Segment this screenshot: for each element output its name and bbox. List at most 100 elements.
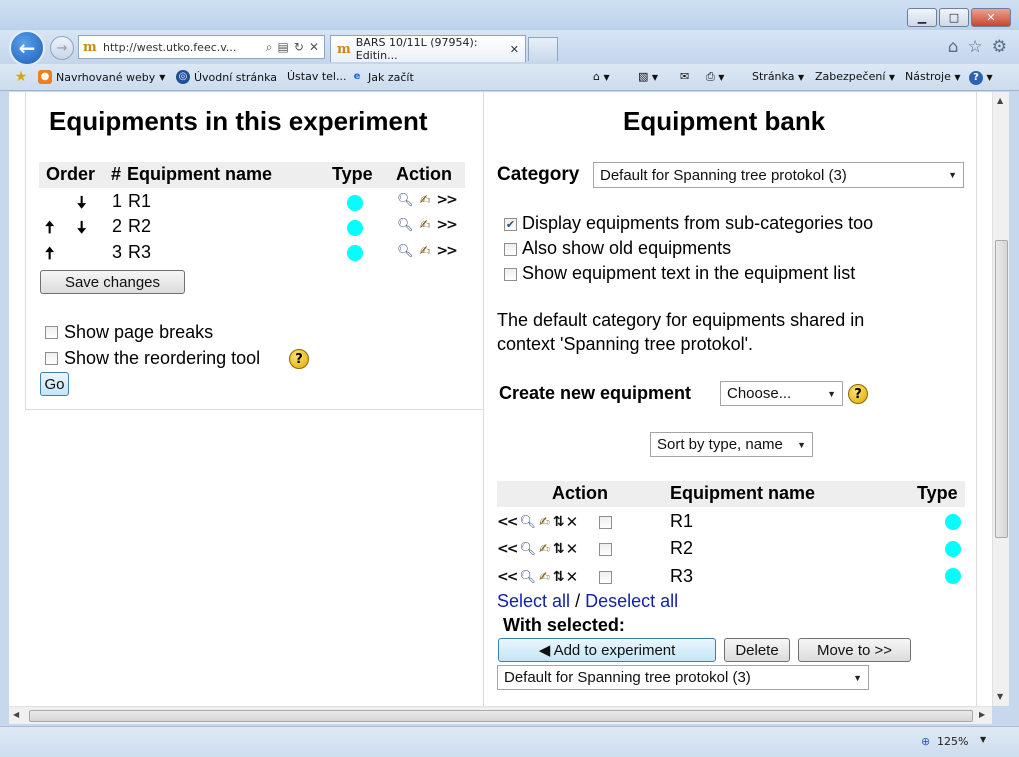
preview-icon[interactable]: 🔍︎ bbox=[519, 570, 536, 585]
subcategories-checkbox[interactable]: ✔ bbox=[504, 218, 517, 231]
tools-menu[interactable]: Nástroje ▼ bbox=[905, 70, 961, 83]
move-to-button[interactable]: Move to >> bbox=[798, 638, 911, 662]
zoom-level[interactable]: 125% bbox=[937, 735, 968, 748]
tab-bars-editing[interactable]: m BARS 10/11L (97954): Editin... ✕ bbox=[330, 35, 526, 62]
vertical-scroll-thumb[interactable] bbox=[995, 240, 1008, 538]
name-header: Equipment name bbox=[127, 164, 273, 184]
scroll-right-icon[interactable]: ▶ bbox=[979, 710, 985, 719]
feeds-icon[interactable]: ▧ ▼ bbox=[638, 70, 658, 83]
mail-icon[interactable]: ✉ bbox=[680, 70, 689, 83]
add-to-experiment-button[interactable]: ◀ Add to experiment bbox=[498, 638, 716, 662]
settings-gear-icon[interactable]: ⚙ bbox=[992, 37, 1007, 57]
add-to-experiment-icon[interactable]: << bbox=[497, 569, 519, 585]
scroll-down-icon[interactable]: ▼ bbox=[997, 692, 1003, 701]
category-label: Category bbox=[497, 164, 580, 185]
chevron-down-icon[interactable]: ▼ bbox=[980, 735, 986, 744]
preview-icon[interactable]: 🔍︎ bbox=[397, 244, 414, 259]
zoom-icon[interactable]: ⊕ bbox=[921, 735, 930, 748]
home-page-link[interactable]: ◎ Úvodní stránka bbox=[176, 70, 277, 84]
compat-view-icon[interactable]: ▤ bbox=[278, 40, 289, 55]
save-changes-button[interactable]: Save changes bbox=[40, 270, 185, 294]
page-menu-label: Stránka bbox=[752, 70, 795, 83]
create-equipment-select[interactable]: Choose... ▼ bbox=[720, 381, 843, 406]
help-menu-icon[interactable]: ? ▼ bbox=[969, 70, 993, 85]
move-icon[interactable]: ⇅ bbox=[553, 541, 565, 557]
delete-icon[interactable]: ✕ bbox=[566, 540, 579, 558]
move-right-icon[interactable]: >> bbox=[436, 192, 458, 208]
maximize-button[interactable]: □ bbox=[939, 8, 969, 27]
favorites-star-icon[interactable]: ☆ bbox=[968, 37, 983, 57]
preview-icon[interactable]: 🔍︎ bbox=[397, 193, 414, 208]
vertical-scrollbar[interactable]: ▲ ▼ bbox=[992, 92, 1009, 706]
add-to-experiment-icon[interactable]: << bbox=[497, 541, 519, 557]
favorites-bar: ★ ● Navrhované weby ▼ ◎ Úvodní stránka Ú… bbox=[0, 64, 1019, 91]
delete-button[interactable]: Delete bbox=[724, 638, 790, 662]
horizontal-scroll-thumb[interactable] bbox=[29, 710, 973, 722]
target-category-select[interactable]: Default for Spanning tree protokol (3) ▼ bbox=[497, 665, 869, 690]
create-equipment-select-value: Choose... bbox=[727, 385, 792, 402]
minimize-button[interactable]: ▁ bbox=[907, 8, 937, 27]
category-select[interactable]: Default for Spanning tree protokol (3) ▼ bbox=[593, 162, 964, 188]
left-panel-title: Equipments in this experiment bbox=[49, 106, 428, 136]
show-page-breaks-checkbox[interactable] bbox=[45, 326, 58, 339]
stop-icon[interactable]: ✕ bbox=[309, 40, 319, 55]
page-menu[interactable]: Stránka ▼ bbox=[752, 70, 804, 83]
delete-icon[interactable]: ✕ bbox=[566, 568, 579, 586]
row-select-checkbox[interactable] bbox=[599, 571, 612, 584]
experiment-equipments-panel: Equipments in this experiment Order # Eq… bbox=[25, 92, 487, 410]
move-icon[interactable]: ⇅ bbox=[553, 569, 565, 585]
status-bar: ⊕ 125% ▼ bbox=[0, 726, 1019, 757]
forward-button[interactable]: → bbox=[50, 36, 74, 60]
move-up-icon[interactable]: 🠅 bbox=[45, 215, 54, 244]
tab-close-icon[interactable]: ✕ bbox=[510, 43, 519, 56]
horizontal-scrollbar[interactable]: ◀ ▶ bbox=[9, 706, 992, 724]
preview-icon[interactable]: 🔍︎ bbox=[519, 542, 536, 557]
close-window-button[interactable]: ✕ bbox=[971, 8, 1011, 27]
ustav-link[interactable]: Ústav tel... bbox=[287, 70, 346, 83]
edit-icon[interactable]: ✍︎ bbox=[420, 218, 431, 233]
suggested-sites-link[interactable]: ● Navrhované weby ▼ bbox=[38, 70, 165, 84]
equipment-text-checkbox[interactable] bbox=[504, 268, 517, 281]
help-icon[interactable]: ? bbox=[848, 384, 868, 404]
help-icon[interactable]: ? bbox=[289, 349, 309, 369]
move-icon[interactable]: ⇅ bbox=[553, 514, 565, 530]
back-button[interactable]: ← bbox=[9, 30, 45, 66]
select-all-link[interactable]: Select all bbox=[497, 591, 570, 611]
category-description-line1: The default category for equipments shar… bbox=[497, 310, 865, 330]
row-select-checkbox[interactable] bbox=[599, 516, 612, 529]
preview-icon[interactable]: 🔍︎ bbox=[519, 515, 536, 530]
delete-icon[interactable]: ✕ bbox=[566, 513, 579, 531]
edit-icon[interactable]: ✍︎ bbox=[420, 193, 431, 208]
move-down-icon[interactable]: 🠇 bbox=[77, 215, 86, 244]
scroll-up-icon[interactable]: ▲ bbox=[997, 96, 1003, 105]
scroll-left-icon[interactable]: ◀ bbox=[13, 710, 19, 719]
move-up-icon[interactable]: 🠅 bbox=[45, 241, 54, 270]
table-row-name: R1 bbox=[128, 191, 152, 211]
move-right-icon[interactable]: >> bbox=[436, 243, 458, 259]
row-select-checkbox[interactable] bbox=[599, 543, 612, 556]
new-tab-button[interactable] bbox=[528, 37, 558, 61]
edit-icon[interactable]: ✍︎ bbox=[539, 542, 550, 557]
search-icon[interactable]: ⌕ bbox=[266, 40, 273, 55]
sort-select[interactable]: Sort by type, name ▼ bbox=[650, 432, 813, 457]
move-right-icon[interactable]: >> bbox=[436, 217, 458, 233]
target-category-value: Default for Spanning tree protokol (3) bbox=[504, 669, 751, 686]
favorites-star-add-icon[interactable]: ★ bbox=[14, 70, 28, 84]
security-menu[interactable]: Zabezpečení ▼ bbox=[815, 70, 895, 83]
preview-icon[interactable]: 🔍︎ bbox=[397, 218, 414, 233]
refresh-icon[interactable]: ↻ bbox=[294, 40, 304, 55]
print-icon[interactable]: ⎙ ▼ bbox=[706, 70, 724, 84]
home-cmd-icon[interactable]: ⌂ ▼ bbox=[593, 70, 610, 83]
edit-icon[interactable]: ✍︎ bbox=[420, 244, 431, 259]
ie-icon: e bbox=[353, 71, 361, 82]
edit-icon[interactable]: ✍︎ bbox=[539, 570, 550, 585]
jak-zacit-link[interactable]: e Jak začít bbox=[350, 70, 414, 84]
show-reorder-checkbox[interactable] bbox=[45, 352, 58, 365]
old-equipments-checkbox[interactable] bbox=[504, 243, 517, 256]
add-to-experiment-icon[interactable]: << bbox=[497, 514, 519, 530]
address-bar[interactable]: m http://west.utko.feec.v... ⌕ ▤ ↻ ✕ bbox=[78, 35, 325, 59]
home-icon[interactable]: ⌂ bbox=[948, 37, 959, 57]
edit-icon[interactable]: ✍︎ bbox=[539, 515, 550, 530]
go-button[interactable]: Go bbox=[40, 372, 69, 396]
deselect-all-link[interactable]: Deselect all bbox=[585, 591, 678, 611]
